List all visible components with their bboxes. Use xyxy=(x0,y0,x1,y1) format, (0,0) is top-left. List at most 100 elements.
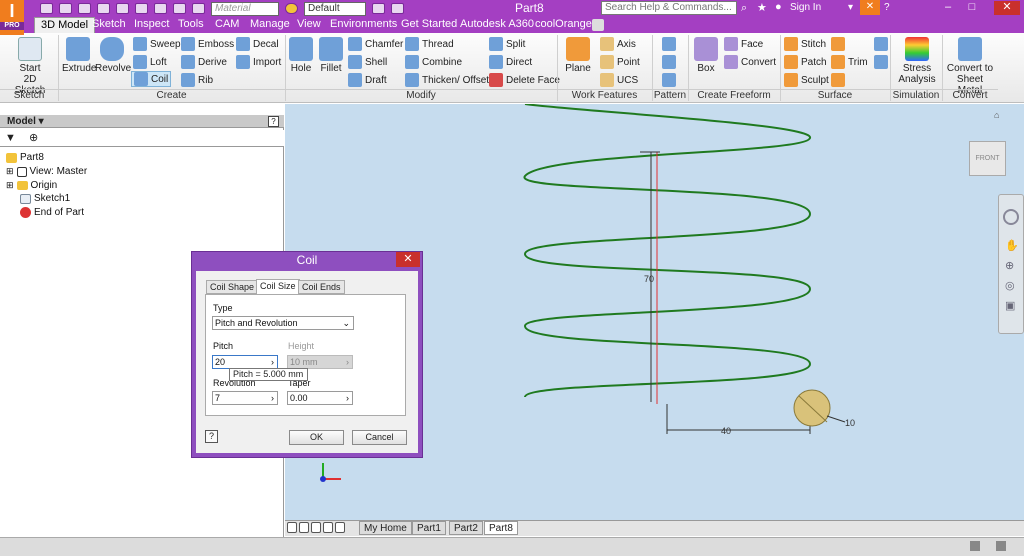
draft-button[interactable]: Draft xyxy=(348,72,387,88)
tab-coil-ends[interactable]: Coil Ends xyxy=(298,280,345,294)
help-icon[interactable]: ? xyxy=(268,116,279,127)
fillet-button[interactable]: Fillet xyxy=(317,37,345,74)
tab-tools[interactable]: Tools xyxy=(172,17,210,33)
tile-icon[interactable] xyxy=(287,522,297,533)
trim-button[interactable]: Trim xyxy=(831,54,868,70)
replace-face-icon[interactable] xyxy=(831,73,845,87)
tab-sketch[interactable]: Sketch xyxy=(86,17,132,33)
revolution-input[interactable]: 7 › xyxy=(212,391,278,405)
material-select[interactable]: Material xyxy=(211,1,279,16)
doc-tab-part8[interactable]: Part8 xyxy=(484,521,518,535)
mirror-icon[interactable] xyxy=(662,73,676,87)
tab-coolorange[interactable]: coolOrange xyxy=(529,17,598,33)
user-icon[interactable]: ● xyxy=(775,1,782,13)
box-button[interactable]: Box xyxy=(692,37,720,74)
coil-button[interactable]: Coil xyxy=(131,71,172,87)
view-cube[interactable]: FRONT xyxy=(969,141,1006,176)
revolve-button[interactable]: Revolve xyxy=(95,37,131,74)
sculpt-button[interactable]: Sculpt xyxy=(784,72,829,88)
chamfer-button[interactable]: Chamfer xyxy=(348,36,403,52)
star-icon[interactable]: ★ xyxy=(757,1,767,14)
import-button[interactable]: Import xyxy=(236,54,281,70)
exchange-icon[interactable]: ✕ xyxy=(860,0,880,15)
redo-icon[interactable] xyxy=(116,3,129,14)
save-icon[interactable] xyxy=(78,3,91,14)
hole-button[interactable]: Hole xyxy=(288,37,314,74)
plane-button[interactable]: Plane xyxy=(562,37,594,74)
menu-icon[interactable] xyxy=(335,522,345,533)
tab-coil-shape[interactable]: Coil Shape xyxy=(206,280,259,294)
dialog-help-button[interactable]: ? xyxy=(205,430,218,443)
patch-button[interactable]: Patch xyxy=(784,54,827,70)
tree-item-part[interactable]: Part8 xyxy=(6,152,44,163)
split-button[interactable]: Split xyxy=(489,36,525,52)
expand-icon[interactable]: ⊞ xyxy=(6,166,14,177)
app-logo[interactable]: I PRO xyxy=(0,0,24,35)
taper-input[interactable]: 0.00 › xyxy=(287,391,353,405)
tab-manage[interactable]: Manage xyxy=(244,17,296,33)
type-select[interactable]: Pitch and Revolution ⌄ xyxy=(212,316,354,330)
close-button[interactable]: ✕ xyxy=(994,1,1020,15)
delete-face-button[interactable]: Delete Face xyxy=(489,72,560,88)
start-sketch-button[interactable]: Start 2D Sketch xyxy=(8,37,52,96)
chevron-right-icon[interactable]: › xyxy=(271,392,274,404)
direct-button[interactable]: Direct xyxy=(489,54,532,70)
help-icon[interactable]: ? xyxy=(884,2,890,13)
pan-icon[interactable]: ✋ xyxy=(1005,239,1019,252)
home-icon[interactable] xyxy=(135,3,148,14)
doc-tab-my-home[interactable]: My Home xyxy=(359,521,412,535)
tree-item-view[interactable]: ⊞ View: Master xyxy=(6,166,87,177)
update-icon[interactable] xyxy=(154,3,167,14)
sign-in-link[interactable]: Sign In xyxy=(790,2,821,13)
clear-appearance-icon[interactable] xyxy=(372,3,385,14)
derive-button[interactable]: Derive xyxy=(181,54,227,70)
stress-analysis-button[interactable]: Stress Analysis xyxy=(894,37,940,85)
properties-icon[interactable] xyxy=(192,3,205,14)
chevron-right-icon[interactable]: › xyxy=(271,356,274,368)
chevron-right-icon[interactable]: › xyxy=(346,392,349,404)
sweep-button[interactable]: Sweep xyxy=(133,36,181,52)
convert-freeform-button[interactable]: Convert xyxy=(724,54,776,70)
decal-button[interactable]: Decal xyxy=(236,36,279,52)
extend-icon[interactable] xyxy=(831,37,845,51)
tab-cam[interactable]: CAM xyxy=(209,17,245,33)
doc-tab-part1[interactable]: Part1 xyxy=(412,521,446,535)
function-icon[interactable] xyxy=(391,3,404,14)
loft-button[interactable]: Loft xyxy=(133,54,167,70)
tab-view[interactable]: View xyxy=(291,17,327,33)
minimize-button[interactable]: – xyxy=(938,1,958,15)
tree-item-sketch[interactable]: Sketch1 xyxy=(20,193,70,204)
dialog-close-button[interactable]: ✕ xyxy=(396,252,420,267)
ucs-button[interactable]: UCS xyxy=(600,72,638,88)
binoculars-icon[interactable]: ⌕ xyxy=(741,2,747,15)
appearance-select[interactable]: Default xyxy=(304,1,366,16)
fit-mesh-icon[interactable] xyxy=(874,55,888,69)
expand-icon[interactable]: ⊞ xyxy=(6,180,14,191)
convert-sheet-metal-button[interactable]: Convert to Sheet Metal xyxy=(944,37,996,96)
pitch-input[interactable]: 20 › xyxy=(212,355,278,369)
thicken-offset-button[interactable]: Thicken/ Offset xyxy=(405,72,489,88)
binoculars-icon[interactable]: ⊕ xyxy=(29,131,38,144)
axis-button[interactable]: Axis xyxy=(600,36,636,52)
browser-title[interactable]: Model ▾ xyxy=(7,116,44,127)
face-button[interactable]: Face xyxy=(724,36,763,52)
circular-pattern-icon[interactable] xyxy=(662,55,676,69)
emboss-button[interactable]: Emboss xyxy=(181,36,234,52)
orbit-icon[interactable]: ◎ xyxy=(1005,279,1017,292)
zoom-icon[interactable]: ⊕ xyxy=(1005,259,1017,272)
undo-icon[interactable] xyxy=(97,3,110,14)
tree-item-origin[interactable]: ⊞ Origin xyxy=(6,180,57,191)
ok-button[interactable]: OK xyxy=(289,430,344,445)
rib-button[interactable]: Rib xyxy=(181,72,213,88)
look-at-icon[interactable]: ▣ xyxy=(1005,299,1017,312)
point-button[interactable]: Point xyxy=(600,54,640,70)
tree-item-end-of-part[interactable]: End of Part xyxy=(20,207,84,218)
search-input[interactable]: Search Help & Commands... xyxy=(601,1,737,15)
select-icon[interactable] xyxy=(173,3,186,14)
filter-icon[interactable]: ▼ xyxy=(5,132,16,144)
window-icon[interactable] xyxy=(323,522,333,533)
new-icon[interactable] xyxy=(40,3,53,14)
open-icon[interactable] xyxy=(59,3,72,14)
panel-toggle-icon[interactable] xyxy=(592,19,604,31)
thread-button[interactable]: Thread xyxy=(405,36,454,52)
